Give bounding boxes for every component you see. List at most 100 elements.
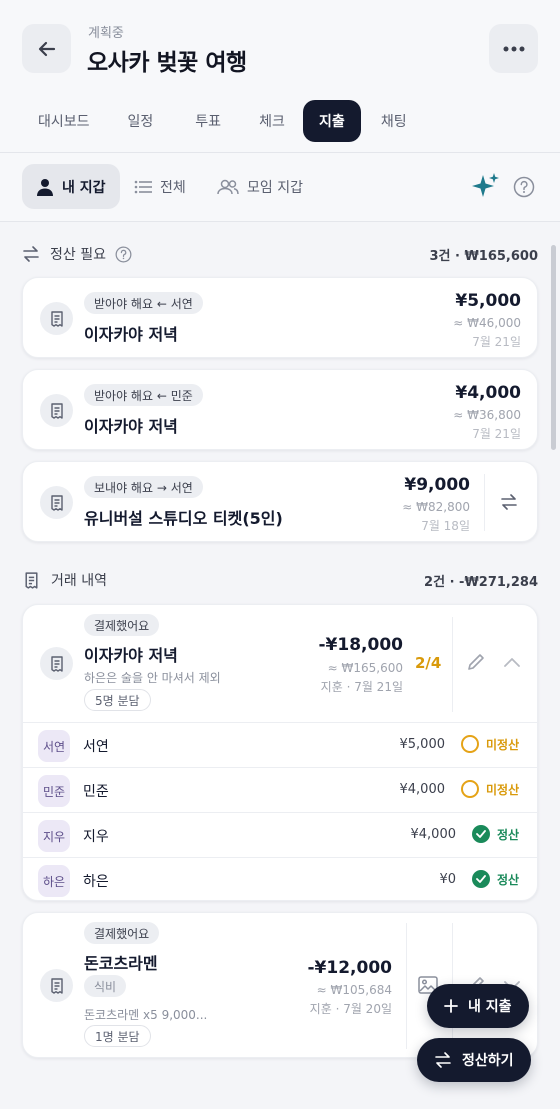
edit-icon[interactable] [466, 652, 486, 672]
status-label: 정산 [497, 872, 520, 887]
user-icon [37, 178, 53, 196]
member-share-row: 하은 하은 ¥0 정산 [23, 857, 537, 900]
split-chip: 5명 분담 [84, 689, 151, 711]
settle-button[interactable]: 정산하기 [417, 1038, 531, 1082]
converted-amount: ≈ ₩46,000 [453, 316, 521, 330]
receive-chip: 받아야 해요 ← 서연 [84, 292, 203, 314]
settle-label: 정산하기 [462, 1053, 514, 1069]
receipt-icon [50, 977, 63, 994]
swap-icon [23, 246, 39, 262]
amount: -¥18,000 [318, 635, 404, 655]
receipt-icon [50, 310, 63, 327]
arrow-left-icon [38, 41, 55, 56]
member-amount: ¥0 [439, 872, 456, 887]
converted-amount: ≈ ₩82,800 [402, 500, 470, 514]
expense-note: 돈코츠라멘 x5 9,000... [84, 1008, 208, 1022]
amount: ¥5,000 [455, 291, 521, 311]
plus-icon [444, 999, 458, 1013]
expense-note: 하은은 술을 안 마셔서 제외 [84, 671, 221, 685]
expense-date: 7월 21일 [472, 427, 521, 441]
list-icon [134, 180, 152, 193]
avatar: 서연 [38, 730, 70, 762]
member-amount: ¥4,000 [399, 782, 446, 797]
settlement-header: 정산 필요 3건 · ₩165,600 [22, 242, 538, 266]
category-chip: 식비 [84, 975, 127, 997]
expense-title: 이자카야 저녁 [84, 417, 178, 436]
more-horizontal-icon [503, 46, 524, 51]
paid-chip: 결제했어요 [84, 614, 160, 636]
my-wallet-filter[interactable]: 내 지갑 [22, 164, 120, 209]
all-label: 전체 [160, 179, 186, 196]
status-label: 미정산 [486, 737, 520, 752]
settle-status-toggle[interactable]: 미정산 [461, 735, 519, 753]
member-name: 서연 [83, 739, 109, 755]
unsettled-circle-icon [461, 780, 479, 798]
settle-status-toggle[interactable]: 미정산 [461, 780, 519, 798]
receipt-icon [25, 571, 38, 589]
chevron-up-icon[interactable] [503, 656, 521, 668]
group-wallet-filter[interactable]: 모임 지갑 [217, 164, 303, 209]
transfer-icon[interactable] [500, 493, 518, 511]
check-circle-icon [472, 825, 490, 843]
settle-status-toggle[interactable]: 정산 [472, 870, 519, 888]
send-chip: 보내야 해요 → 서연 [84, 476, 203, 498]
status-label: 미정산 [486, 782, 520, 797]
help-icon[interactable] [513, 176, 535, 198]
tab-dashboard[interactable]: 대시보드 [22, 100, 106, 142]
expense-title: 유니버설 스튜디오 티켓(5인) [84, 509, 283, 528]
avatar: 지우 [38, 820, 70, 852]
add-expense-label: 내 지출 [468, 999, 512, 1015]
paid-chip: 결제했어요 [84, 922, 160, 944]
all-filter[interactable]: 전체 [134, 164, 186, 209]
member-share-row: 서연 서연 ¥5,000 미정산 [23, 722, 537, 767]
receipt-badge [40, 647, 73, 680]
settle-status-toggle[interactable]: 정산 [472, 825, 519, 843]
receipt-icon [50, 494, 63, 511]
member-amount: ¥5,000 [399, 737, 446, 752]
payer-date: 지훈 · 7월 21일 [320, 680, 403, 694]
divider [484, 474, 485, 531]
amount: ¥9,000 [404, 475, 470, 495]
split-chip: 1명 분담 [84, 1025, 151, 1047]
ai-sparkle-icon[interactable] [470, 172, 500, 202]
receive-chip: 받아야 해요 ← 민준 [84, 384, 203, 406]
tab-schedule[interactable]: 일정 [106, 100, 176, 142]
avatar: 하은 [38, 865, 70, 897]
converted-amount: ≈ ₩165,600 [327, 661, 403, 675]
tab-checklist[interactable]: 체크 [241, 100, 303, 142]
transaction-card[interactable]: 결제했어요 이자카야 저녁 하은은 술을 안 마셔서 제외 5명 분담 -¥18… [22, 604, 538, 901]
swap-icon [435, 1052, 451, 1068]
settlement-title: 정산 필요 [50, 247, 106, 263]
member-share-row: 민준 민준 ¥4,000 미정산 [23, 767, 537, 812]
member-name: 민준 [83, 784, 109, 800]
scrollbar[interactable] [551, 245, 556, 450]
settlement-card[interactable]: 받아야 해요 ← 서연 이자카야 저녁 ¥5,000 ≈ ₩46,000 7월 … [22, 277, 538, 358]
settlement-card[interactable]: 받아야 해요 ← 민준 이자카야 저녁 ¥4,000 ≈ ₩36,800 7월 … [22, 369, 538, 450]
more-options-button[interactable] [489, 24, 538, 73]
trip-status: 계획중 [88, 26, 124, 41]
tab-bar: 대시보드 일정 투표 체크 지출 채팅 [22, 100, 427, 142]
expense-date: 7월 21일 [472, 335, 521, 349]
add-expense-button[interactable]: 내 지출 [427, 984, 529, 1028]
settlement-card[interactable]: 보내야 해요 → 서연 유니버설 스튜디오 티켓(5인) ¥9,000 ≈ ₩8… [22, 461, 538, 542]
filter-divider [0, 221, 560, 222]
tab-vote[interactable]: 투표 [175, 100, 241, 142]
receipt-icon [50, 655, 63, 672]
app-header: 계획중 오사카 벚꽃 여행 대시보드 일정 투표 체크 지출 채팅 [0, 0, 560, 152]
divider [406, 923, 407, 1049]
back-button[interactable] [22, 24, 71, 73]
receipt-badge [40, 302, 73, 335]
receipt-badge [40, 394, 73, 427]
member-name: 하은 [83, 874, 109, 890]
member-name: 지우 [83, 829, 109, 845]
member-amount: ¥4,000 [410, 827, 457, 842]
tab-expenses[interactable]: 지출 [302, 100, 361, 142]
transactions-title: 거래 내역 [51, 573, 107, 589]
tab-chat[interactable]: 채팅 [361, 100, 427, 142]
help-icon[interactable] [115, 246, 132, 263]
users-icon [217, 179, 239, 194]
settled-progress: 2/4 [415, 654, 442, 672]
amount: -¥12,000 [307, 958, 393, 978]
status-label: 정산 [497, 827, 520, 842]
transactions-header: 거래 내역 2건 · -₩271,284 [22, 568, 538, 592]
